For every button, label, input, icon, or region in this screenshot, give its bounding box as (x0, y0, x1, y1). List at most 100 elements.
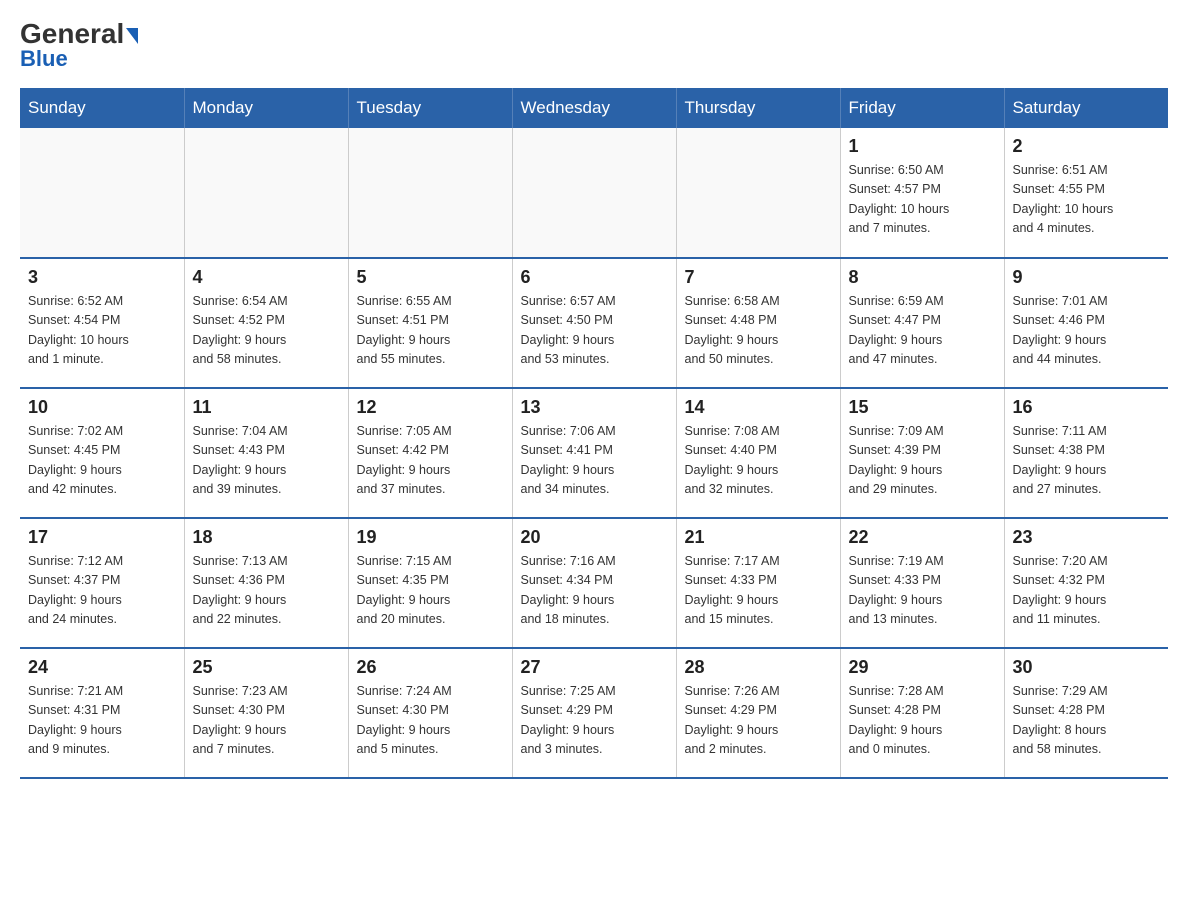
day-number: 15 (849, 397, 996, 418)
calendar-week-row: 3 Sunrise: 6:52 AM Sunset: 4:54 PM Daylig… (20, 258, 1168, 388)
calendar-cell: 15 Sunrise: 7:09 AM Sunset: 4:39 PM Dayli… (840, 388, 1004, 518)
day-info: Sunrise: 6:55 AM Sunset: 4:51 PM Dayligh… (357, 292, 504, 370)
day-number: 24 (28, 657, 176, 678)
calendar-cell (348, 128, 512, 258)
day-number: 21 (685, 527, 832, 548)
calendar-cell (512, 128, 676, 258)
day-number: 9 (1013, 267, 1161, 288)
calendar-cell: 26Sunrise: 7:24 AM Sunset: 4:30 PM Dayli… (348, 648, 512, 778)
day-number: 5 (357, 267, 504, 288)
calendar-cell: 3 Sunrise: 6:52 AM Sunset: 4:54 PM Daylig… (20, 258, 184, 388)
day-number: 28 (685, 657, 832, 678)
column-header-wednesday: Wednesday (512, 88, 676, 128)
day-number: 4 (193, 267, 340, 288)
logo-general: General (20, 20, 138, 48)
column-header-monday: Monday (184, 88, 348, 128)
calendar-cell: 14 Sunrise: 7:08 AM Sunset: 4:40 PM Dayli… (676, 388, 840, 518)
day-info: Sunrise: 6:50 AM Sunset: 4:57 PM Dayligh… (849, 161, 996, 239)
calendar-cell: 28 Sunrise: 7:26 AM Sunset: 4:29 PM Dayli… (676, 648, 840, 778)
calendar-cell: 11 Sunrise: 7:04 AM Sunset: 4:43 PM Dayli… (184, 388, 348, 518)
day-info: Sunrise: 7:20 AM Sunset: 4:32 PM Dayligh… (1013, 552, 1161, 630)
page-header: General Blue (20, 20, 1168, 72)
day-info: Sunrise: 7:21 AM Sunset: 4:31 PM Dayligh… (28, 682, 176, 760)
calendar-table: SundayMondayTuesdayWednesdayThursdayFrid… (20, 88, 1168, 779)
calendar-cell: 20 Sunrise: 7:16 AM Sunset: 4:34 PM Dayli… (512, 518, 676, 648)
calendar-cell: 16Sunrise: 7:11 AM Sunset: 4:38 PM Dayli… (1004, 388, 1168, 518)
day-info: Sunrise: 7:08 AM Sunset: 4:40 PM Dayligh… (685, 422, 832, 500)
day-number: 16 (1013, 397, 1161, 418)
calendar-cell: 25 Sunrise: 7:23 AM Sunset: 4:30 PM Dayli… (184, 648, 348, 778)
calendar-cell: 18 Sunrise: 7:13 AM Sunset: 4:36 PM Dayli… (184, 518, 348, 648)
calendar-cell: 10 Sunrise: 7:02 AM Sunset: 4:45 PM Dayli… (20, 388, 184, 518)
calendar-week-row: 17Sunrise: 7:12 AM Sunset: 4:37 PM Dayli… (20, 518, 1168, 648)
calendar-week-row: 10 Sunrise: 7:02 AM Sunset: 4:45 PM Dayli… (20, 388, 1168, 518)
calendar-cell: 22Sunrise: 7:19 AM Sunset: 4:33 PM Dayli… (840, 518, 1004, 648)
calendar-week-row: 24 Sunrise: 7:21 AM Sunset: 4:31 PM Dayli… (20, 648, 1168, 778)
day-number: 7 (685, 267, 832, 288)
day-number: 10 (28, 397, 176, 418)
day-info: Sunrise: 7:13 AM Sunset: 4:36 PM Dayligh… (193, 552, 340, 630)
calendar-cell: 19 Sunrise: 7:15 AM Sunset: 4:35 PM Dayli… (348, 518, 512, 648)
day-number: 20 (521, 527, 668, 548)
day-info: Sunrise: 6:54 AM Sunset: 4:52 PM Dayligh… (193, 292, 340, 370)
day-info: Sunrise: 6:51 AM Sunset: 4:55 PM Dayligh… (1013, 161, 1161, 239)
day-info: Sunrise: 7:01 AM Sunset: 4:46 PM Dayligh… (1013, 292, 1161, 370)
day-number: 6 (521, 267, 668, 288)
day-info: Sunrise: 6:59 AM Sunset: 4:47 PM Dayligh… (849, 292, 996, 370)
day-number: 2 (1013, 136, 1161, 157)
column-header-thursday: Thursday (676, 88, 840, 128)
logo-blue: Blue (20, 46, 68, 72)
day-number: 26 (357, 657, 504, 678)
day-info: Sunrise: 7:29 AM Sunset: 4:28 PM Dayligh… (1013, 682, 1161, 760)
calendar-cell: 27Sunrise: 7:25 AM Sunset: 4:29 PM Dayli… (512, 648, 676, 778)
day-info: Sunrise: 7:16 AM Sunset: 4:34 PM Dayligh… (521, 552, 668, 630)
day-number: 19 (357, 527, 504, 548)
day-info: Sunrise: 7:04 AM Sunset: 4:43 PM Dayligh… (193, 422, 340, 500)
day-info: Sunrise: 6:57 AM Sunset: 4:50 PM Dayligh… (521, 292, 668, 370)
calendar-cell: 21 Sunrise: 7:17 AM Sunset: 4:33 PM Dayli… (676, 518, 840, 648)
day-info: Sunrise: 7:09 AM Sunset: 4:39 PM Dayligh… (849, 422, 996, 500)
day-info: Sunrise: 7:19 AM Sunset: 4:33 PM Dayligh… (849, 552, 996, 630)
logo: General Blue (20, 20, 138, 72)
calendar-cell: 12 Sunrise: 7:05 AM Sunset: 4:42 PM Dayli… (348, 388, 512, 518)
day-number: 3 (28, 267, 176, 288)
day-info: Sunrise: 7:02 AM Sunset: 4:45 PM Dayligh… (28, 422, 176, 500)
day-info: Sunrise: 6:52 AM Sunset: 4:54 PM Dayligh… (28, 292, 176, 370)
day-info: Sunrise: 7:23 AM Sunset: 4:30 PM Dayligh… (193, 682, 340, 760)
calendar-cell: 9 Sunrise: 7:01 AM Sunset: 4:46 PM Daylig… (1004, 258, 1168, 388)
calendar-cell: 8 Sunrise: 6:59 AM Sunset: 4:47 PM Daylig… (840, 258, 1004, 388)
day-info: Sunrise: 7:12 AM Sunset: 4:37 PM Dayligh… (28, 552, 176, 630)
day-number: 14 (685, 397, 832, 418)
calendar-cell: 4 Sunrise: 6:54 AM Sunset: 4:52 PM Daylig… (184, 258, 348, 388)
day-info: Sunrise: 6:58 AM Sunset: 4:48 PM Dayligh… (685, 292, 832, 370)
day-info: Sunrise: 7:26 AM Sunset: 4:29 PM Dayligh… (685, 682, 832, 760)
column-header-friday: Friday (840, 88, 1004, 128)
day-number: 12 (357, 397, 504, 418)
column-header-sunday: Sunday (20, 88, 184, 128)
day-info: Sunrise: 7:28 AM Sunset: 4:28 PM Dayligh… (849, 682, 996, 760)
day-number: 1 (849, 136, 996, 157)
day-number: 11 (193, 397, 340, 418)
column-header-saturday: Saturday (1004, 88, 1168, 128)
calendar-cell: 1 Sunrise: 6:50 AM Sunset: 4:57 PM Daylig… (840, 128, 1004, 258)
calendar-cell: 6 Sunrise: 6:57 AM Sunset: 4:50 PM Daylig… (512, 258, 676, 388)
day-number: 23 (1013, 527, 1161, 548)
calendar-cell: 23 Sunrise: 7:20 AM Sunset: 4:32 PM Dayli… (1004, 518, 1168, 648)
calendar-cell: 17Sunrise: 7:12 AM Sunset: 4:37 PM Dayli… (20, 518, 184, 648)
day-info: Sunrise: 7:15 AM Sunset: 4:35 PM Dayligh… (357, 552, 504, 630)
day-info: Sunrise: 7:17 AM Sunset: 4:33 PM Dayligh… (685, 552, 832, 630)
day-number: 30 (1013, 657, 1161, 678)
day-info: Sunrise: 7:05 AM Sunset: 4:42 PM Dayligh… (357, 422, 504, 500)
day-number: 29 (849, 657, 996, 678)
calendar-week-row: 1 Sunrise: 6:50 AM Sunset: 4:57 PM Daylig… (20, 128, 1168, 258)
day-number: 18 (193, 527, 340, 548)
calendar-cell: 2 Sunrise: 6:51 AM Sunset: 4:55 PM Daylig… (1004, 128, 1168, 258)
calendar-cell: 29 Sunrise: 7:28 AM Sunset: 4:28 PM Dayli… (840, 648, 1004, 778)
calendar-cell: 5 Sunrise: 6:55 AM Sunset: 4:51 PM Daylig… (348, 258, 512, 388)
calendar-cell: 13Sunrise: 7:06 AM Sunset: 4:41 PM Dayli… (512, 388, 676, 518)
day-number: 8 (849, 267, 996, 288)
calendar-header-row: SundayMondayTuesdayWednesdayThursdayFrid… (20, 88, 1168, 128)
day-number: 25 (193, 657, 340, 678)
calendar-cell: 7 Sunrise: 6:58 AM Sunset: 4:48 PM Daylig… (676, 258, 840, 388)
day-info: Sunrise: 7:06 AM Sunset: 4:41 PM Dayligh… (521, 422, 668, 500)
